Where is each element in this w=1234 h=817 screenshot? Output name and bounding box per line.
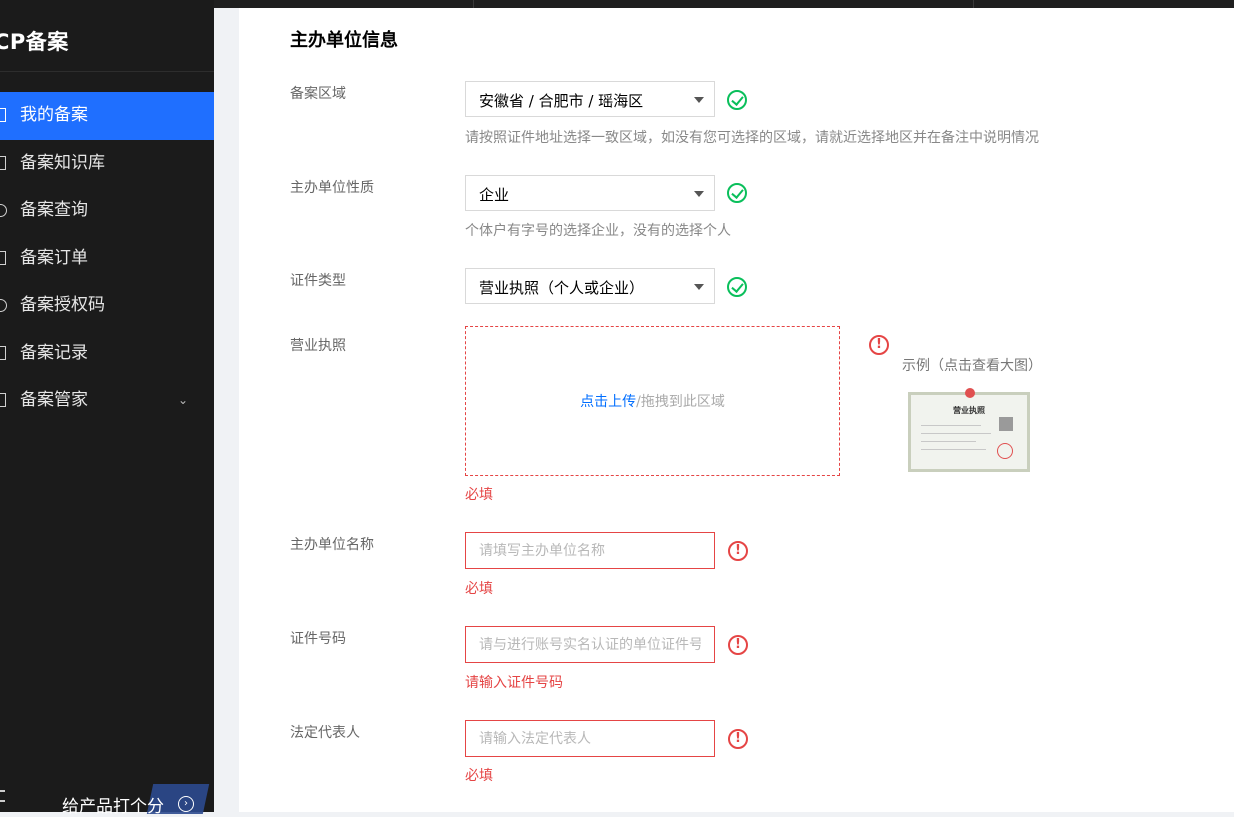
example-doc-line	[921, 449, 986, 450]
license-example-title: 示例（点击查看大图）	[902, 358, 1042, 374]
chevron-down-icon: ⌄	[178, 393, 189, 407]
upload-drag-text: /拖拽到此区域	[636, 394, 725, 410]
error-circle-icon: !	[728, 635, 748, 655]
sidebar-item-label: 备案订单	[20, 247, 88, 268]
legal-rep-label: 法定代表人	[290, 725, 360, 741]
check-circle-icon	[727, 183, 747, 203]
key-icon	[0, 299, 7, 312]
sidebar-item-label: 备案授权码	[20, 295, 105, 315]
manager-icon	[0, 393, 6, 407]
sidebar-item-query[interactable]: 备案查询	[0, 187, 214, 235]
sidebar-item-records[interactable]: 备案记录	[0, 330, 214, 378]
upload-prompt: 点击上传/拖拽到此区域	[466, 391, 839, 411]
caret-down-icon	[694, 284, 704, 290]
sidebar-item-my-filing[interactable]: 我的备案	[0, 92, 214, 140]
book-icon	[0, 155, 6, 170]
search-icon	[0, 204, 7, 217]
top-bar-divider	[973, 0, 974, 8]
sidebar-item-knowledge-base[interactable]: 备案知识库	[0, 140, 214, 188]
cert-number-input[interactable]	[465, 626, 715, 663]
sidebar-item-label: 我的备案	[20, 105, 88, 125]
document-icon	[0, 108, 6, 122]
cert-type-select[interactable]: 营业执照（个人或企业）	[465, 268, 715, 304]
check-circle-icon	[727, 277, 747, 297]
region-hint: 请按照证件地址选择一致区域，如没有您可选择的区域，请就近选择地区并在备注中说明情…	[465, 130, 1039, 146]
example-doc-line	[921, 441, 976, 442]
example-doc-line	[921, 433, 991, 434]
legal-rep-error: 必填	[465, 768, 493, 784]
order-icon	[0, 250, 6, 265]
sidebar-item-orders[interactable]: 备案订单	[0, 235, 214, 283]
sidebar-divider	[0, 71, 214, 72]
sidebar-item-label: 备案知识库	[20, 152, 105, 173]
caret-down-icon	[694, 97, 704, 103]
top-bar-divider	[473, 0, 474, 8]
menu-icon[interactable]	[0, 790, 5, 802]
arrow-right-circle-icon[interactable]: ›	[178, 796, 194, 812]
org-type-label: 主办单位性质	[290, 180, 374, 196]
legal-rep-input[interactable]	[465, 720, 715, 757]
sidebar-item-manager[interactable]: 备案管家 ⌄	[0, 377, 214, 425]
region-select[interactable]: 安徽省 / 合肥市 / 瑶海区	[465, 81, 715, 117]
org-name-error: 必填	[465, 581, 493, 597]
org-type-hint: 个体户有字号的选择企业，没有的选择个人	[465, 223, 731, 239]
sidebar-item-label: 备案记录	[20, 342, 88, 363]
sidebar-brand: CP备案	[0, 30, 69, 54]
emblem-icon	[965, 388, 975, 398]
cert-type-select-value: 营业执照（个人或企业）	[479, 279, 645, 297]
sidebar-item-auth-code[interactable]: 备案授权码	[0, 282, 214, 330]
license-example-image[interactable]: 营业执照	[908, 388, 1030, 472]
org-type-select-value: 企业	[479, 186, 510, 204]
qr-code-icon	[999, 417, 1013, 431]
license-label: 营业执照	[290, 338, 346, 354]
sidebar-footer: 给产品打个分 ›	[0, 782, 214, 817]
org-name-label: 主办单位名称	[290, 537, 374, 553]
sidebar-item-label: 备案管家	[20, 390, 88, 410]
stamp-icon	[997, 443, 1013, 459]
section-title: 主办单位信息	[290, 30, 398, 51]
example-doc-title: 营业执照	[953, 406, 985, 415]
upload-link[interactable]: 点击上传	[580, 394, 636, 410]
example-doc-line	[921, 425, 981, 426]
license-error: 必填	[465, 487, 493, 503]
error-circle-icon: !	[728, 541, 748, 561]
org-type-select[interactable]: 企业	[465, 175, 715, 211]
region-select-value: 安徽省 / 合肥市 / 瑶海区	[479, 92, 644, 110]
cert-number-error: 请输入证件号码	[465, 675, 563, 691]
org-name-input[interactable]	[465, 532, 715, 569]
record-icon	[0, 345, 6, 360]
region-label: 备案区域	[290, 86, 346, 102]
error-circle-icon: !	[869, 335, 889, 355]
main-panel: 主办单位信息 备案区域 安徽省 / 合肥市 / 瑶海区 请按照证件地址选择一致区…	[239, 8, 1234, 812]
error-circle-icon: !	[728, 729, 748, 749]
sidebar: CP备案 我的备案 备案知识库 备案查询 备案订单 备案授权码 备案记录 备案管…	[0, 0, 214, 817]
cert-type-label: 证件类型	[290, 273, 346, 289]
license-upload-area[interactable]: 点击上传/拖拽到此区域	[465, 326, 840, 476]
rate-product-link[interactable]: 给产品打个分	[62, 792, 164, 817]
sidebar-item-label: 备案查询	[20, 200, 88, 220]
sidebar-nav: 我的备案 备案知识库 备案查询 备案订单 备案授权码 备案记录 备案管家 ⌄	[0, 92, 214, 425]
cert-number-label: 证件号码	[290, 631, 346, 647]
caret-down-icon	[694, 191, 704, 197]
check-circle-icon	[727, 90, 747, 110]
